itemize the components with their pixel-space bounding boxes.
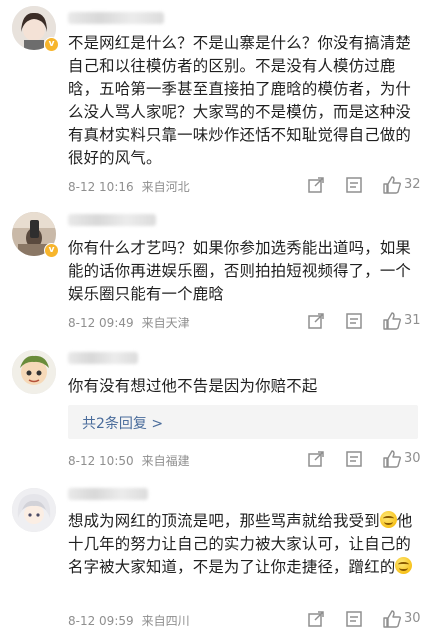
username[interactable] (68, 488, 148, 500)
comment-date: 8-12 09:59 (68, 614, 134, 628)
smile-emoji-icon (395, 557, 413, 574)
comment-date: 8-12 10:16 (68, 180, 134, 194)
comment-location: 来自天津 (141, 316, 190, 330)
share-icon[interactable] (306, 175, 326, 195)
like-count: 31 (404, 313, 421, 328)
like-icon[interactable] (382, 449, 402, 469)
like-icon[interactable] (382, 609, 402, 629)
smile-emoji-icon (379, 511, 397, 528)
comment-text: 你有什么才艺吗？如果你参加选秀能出道吗，如果能的话你再进娱乐圈，否则拍拍短视频得… (68, 239, 411, 303)
comment-text: 你有没有想过他不告是因为你赔不起 (68, 377, 318, 395)
like-icon[interactable] (382, 311, 402, 331)
comment-meta: 8-12 10:50 来自福建 (68, 452, 190, 469)
verified-badge-icon: v (44, 243, 59, 258)
comment-text: 想成为网红的顶流是吧，那些骂声就给我受到 他十几年的努力让自己的实力被大家认可，让… (68, 510, 420, 579)
comment-date: 8-12 09:49 (68, 316, 134, 330)
comment-date: 8-12 10:50 (68, 454, 134, 468)
comment-meta: 8-12 10:16 来自河北 (68, 178, 190, 195)
avatar[interactable] (12, 350, 56, 394)
comment-meta: 8-12 09:59 来自四川 (68, 612, 190, 629)
like-icon[interactable] (382, 175, 402, 195)
share-icon[interactable] (306, 311, 326, 331)
comment-text-part1: 想成为网红的顶流是吧，那些骂声就给我受到 (68, 512, 380, 530)
reply-count-label: 共2条回复 > (82, 416, 164, 432)
comment-meta: 8-12 09:49 来自天津 (68, 314, 190, 331)
cartoon-avatar-icon (12, 350, 56, 394)
username[interactable] (68, 12, 164, 24)
comment-icon[interactable] (344, 311, 364, 331)
comment-icon[interactable] (344, 175, 364, 195)
comment-icon[interactable] (344, 449, 364, 469)
comment-location: 来自福建 (141, 454, 190, 468)
verified-badge-icon: v (44, 37, 59, 52)
comment-item: v 你有什么才艺吗？如果你参加选秀能出道吗，如果能的话你再进娱乐圈，否则拍拍短视… (0, 206, 431, 336)
anime-avatar-icon (12, 488, 56, 532)
comment-item: 想成为网红的顶流是吧，那些骂声就给我受到 他十几年的努力让自己的实力被大家认可，让… (0, 482, 431, 637)
username[interactable] (68, 352, 138, 364)
share-icon[interactable] (306, 449, 326, 469)
comment-item: v 不是网红是什么？不是山寨是什么？你没有搞清楚自己和以往模仿者的区别。不是没有… (0, 0, 431, 200)
reply-thread-link[interactable]: 共2条回复 > (68, 405, 418, 439)
like-count: 30 (404, 451, 421, 466)
share-icon[interactable] (306, 609, 326, 629)
comment-item: 你有没有想过他不告是因为你赔不起 共2条回复 > 8-12 10:50 来自福建 … (0, 344, 431, 474)
comment-location: 来自四川 (141, 614, 190, 628)
avatar[interactable] (12, 488, 56, 532)
like-count: 32 (404, 177, 421, 192)
like-count: 30 (404, 611, 421, 626)
comment-icon[interactable] (344, 609, 364, 629)
comment-text: 不是网红是什么？不是山寨是什么？你没有搞清楚自己和以往模仿者的区别。不是没有人模… (68, 34, 411, 167)
username[interactable] (68, 214, 156, 226)
comment-location: 来自河北 (141, 180, 190, 194)
